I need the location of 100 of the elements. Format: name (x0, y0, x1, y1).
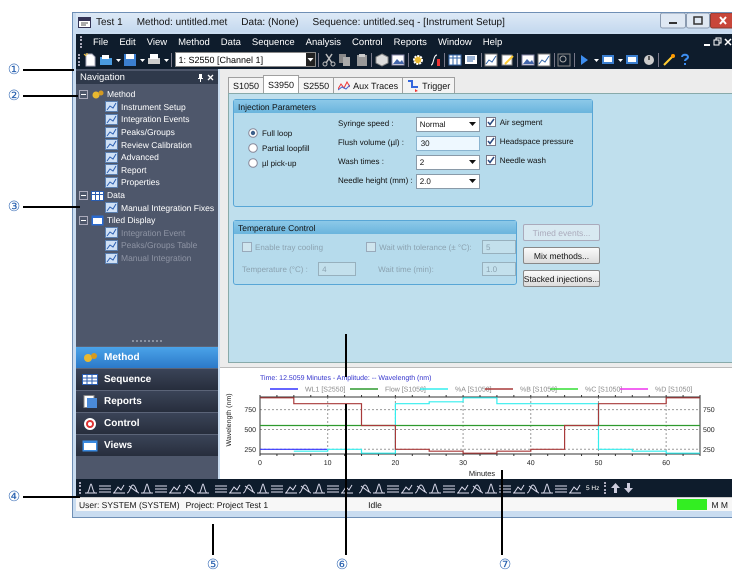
scissors-icon[interactable] (322, 52, 336, 66)
dropdown[interactable]: Normal (416, 116, 480, 132)
tree-item[interactable]: Properties (121, 177, 160, 188)
folder-icon[interactable] (99, 52, 113, 66)
expander-icon[interactable] (79, 190, 88, 200)
expander-icon[interactable] (79, 90, 88, 99)
tree-item[interactable]: Manual Integration Fixes (121, 202, 214, 213)
tab[interactable]: S1050 (228, 77, 264, 93)
chart-icon[interactable] (537, 52, 551, 66)
chart-icon[interactable] (484, 52, 498, 66)
callout-number: ③ (6, 198, 22, 216)
wand-icon[interactable] (662, 52, 676, 66)
expander-icon[interactable] (79, 216, 88, 225)
tree-item[interactable]: Integration Events (121, 114, 190, 124)
field-label: Temperature (°C) : (242, 264, 309, 274)
checkbox-label: Headspace pressure (500, 136, 574, 146)
checkbox[interactable] (486, 117, 496, 127)
list-icon[interactable] (464, 52, 478, 66)
help-icon[interactable] (678, 52, 692, 66)
callout-number: ⑦ (498, 556, 512, 571)
down-arrow-icon[interactable] (623, 482, 634, 494)
checkbox[interactable] (486, 155, 496, 165)
radio-button[interactable] (248, 158, 258, 168)
nav-button[interactable]: Views (76, 434, 218, 456)
power-icon[interactable] (642, 52, 656, 66)
table-icon[interactable] (448, 52, 462, 66)
tree-item[interactable]: Report (121, 164, 147, 175)
menu-item[interactable]: Help (482, 36, 502, 48)
tree-item[interactable]: Data (107, 190, 125, 200)
new-document-icon[interactable] (82, 52, 96, 66)
field-label: Needle height (mm) : (338, 175, 413, 187)
dropdown[interactable]: 2 (416, 154, 480, 170)
menu-item[interactable]: Control (352, 36, 383, 48)
checkbox[interactable] (486, 136, 496, 146)
close-icon[interactable] (710, 13, 732, 29)
minimize-icon[interactable] (660, 13, 686, 29)
gear-icon[interactable] (411, 52, 425, 66)
up-arrow-icon[interactable] (610, 482, 622, 494)
pin-icon[interactable] (197, 73, 204, 82)
button[interactable]: Stacked injections... (523, 270, 600, 287)
tree-item[interactable]: Advanced (121, 152, 159, 162)
printer-icon[interactable] (147, 52, 161, 66)
leader-line (23, 496, 80, 498)
menu-item[interactable]: File (93, 36, 108, 48)
chart-icon (105, 126, 118, 138)
button[interactable]: Mix methods... (523, 247, 600, 264)
window-title: Test 1 (96, 17, 123, 28)
restore-icon[interactable] (713, 37, 722, 47)
magnifier-icon[interactable] (557, 52, 571, 66)
field-label: Wash times : (338, 156, 385, 168)
panel-title: Navigation (80, 72, 126, 83)
menu-item[interactable]: Sequence (252, 36, 295, 48)
tree-item[interactable]: Peaks/Groups (121, 127, 175, 138)
maximize-icon[interactable] (686, 13, 710, 29)
monitor-icon[interactable] (625, 52, 639, 66)
radio-button[interactable] (248, 128, 258, 138)
tab[interactable]: Aux Traces (333, 77, 404, 93)
menu-item[interactable]: Method (178, 36, 210, 48)
tab[interactable]: S3950 (263, 75, 300, 93)
table-icon (91, 190, 104, 201)
save-icon[interactable] (123, 52, 137, 66)
monitor-icon[interactable] (601, 52, 615, 66)
menu-item[interactable]: Reports (394, 36, 427, 48)
checkbox-label: Needle wash (500, 156, 546, 164)
channel-select[interactable]: 1: S2550 [Channel 1] (174, 52, 316, 67)
menu-item[interactable]: Edit (119, 36, 136, 48)
nav-button[interactable]: Control (76, 412, 218, 434)
tab[interactable]: Trigger (402, 77, 456, 93)
tree-item[interactable]: Instrument Setup (121, 102, 186, 112)
window-icon (82, 438, 98, 452)
title-info: Method: untitled.met (136, 17, 228, 28)
copy-icon[interactable] (338, 52, 352, 66)
tree-item[interactable]: Review Calibration (121, 140, 192, 150)
gear-icon (91, 88, 104, 100)
leader-line (345, 334, 347, 377)
gear-icon (82, 350, 98, 364)
chart-icon (105, 252, 118, 264)
image-icon[interactable] (391, 52, 405, 66)
menu-item[interactable]: Data (220, 36, 241, 48)
title-info: Data: (None) (241, 17, 299, 28)
tree-item[interactable]: Tiled Display (107, 215, 156, 226)
menu-item[interactable]: Window (438, 36, 472, 48)
nav-button[interactable]: Sequence (76, 368, 218, 390)
title-info: Sequence: untitled.seq - [Instrument Setup] (312, 17, 505, 28)
clipboard-icon[interactable] (354, 52, 368, 66)
tab[interactable]: S2550 (298, 77, 334, 93)
group-title: Temperature Control (234, 221, 516, 234)
menu-item[interactable]: View (146, 36, 168, 48)
menu-item[interactable]: Analysis (306, 36, 342, 48)
pencil-icon[interactable] (500, 52, 514, 66)
radio-label: Partial loopfill (262, 144, 310, 152)
radio-button[interactable] (248, 143, 258, 153)
image-icon[interactable] (520, 52, 534, 66)
input-field[interactable]: 30 (416, 136, 480, 150)
checkbox-label: Air segment (500, 118, 542, 126)
cube-icon[interactable] (374, 52, 388, 66)
dropdown[interactable]: 2.0 (416, 174, 480, 188)
tree-item[interactable]: Method (107, 89, 136, 100)
nav-button[interactable]: Reports (76, 390, 218, 412)
field-label: Wait time (min): (377, 264, 435, 274)
